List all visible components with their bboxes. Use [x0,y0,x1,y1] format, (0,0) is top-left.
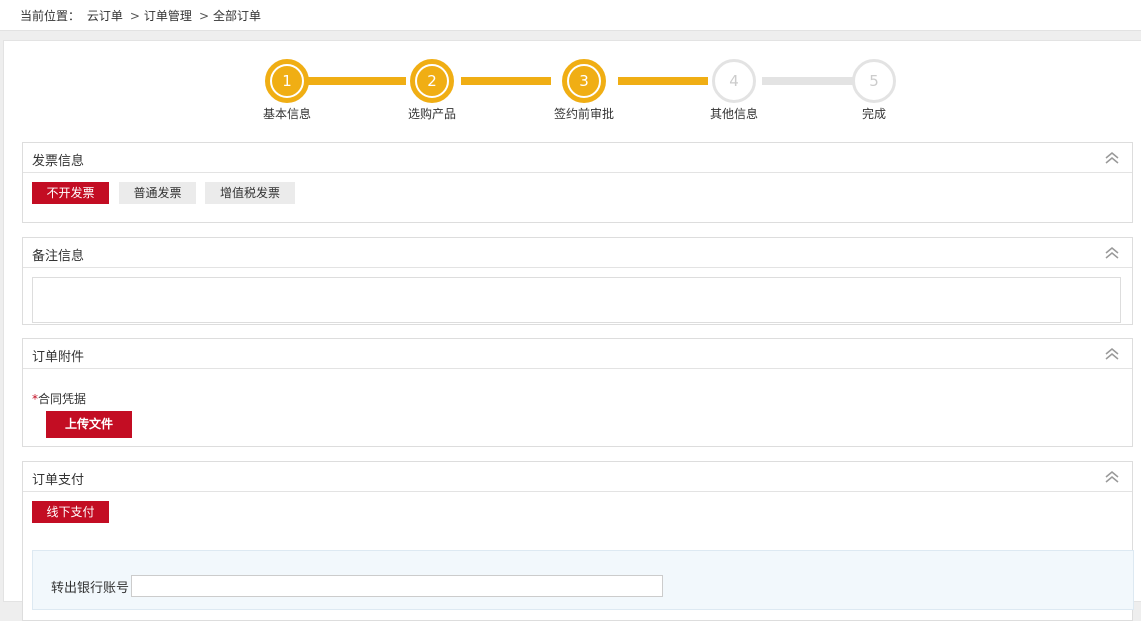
breadcrumb-separator: > [198,9,209,23]
step-5-label: 完成 [861,107,886,121]
invoice-panel: 发票信息 不开发票 普通发票 增值税发票 [22,142,1133,223]
step-3-number: 3 [567,64,601,98]
payer-account-label: 转出银行账号 [51,581,130,596]
step-4-number: 4 [729,72,739,90]
step-5-circle: 5 [852,59,896,103]
remarks-panel-title: 备注信息 [32,249,85,264]
offline-payment-button[interactable]: 线下支付 [32,501,109,523]
attachments-panel: 订单附件 *合同凭据 上传文件 [22,338,1133,447]
step-2-number: 2 [415,64,449,98]
breadcrumb-separator: > [129,9,140,23]
collapse-up-icon[interactable] [1104,247,1120,259]
contract-proof-label: *合同凭据 [32,390,86,407]
breadcrumb-item-order-management[interactable]: 订单管理 [144,9,192,23]
order-form-main: 1 基本信息 2 选购产品 3 签约前审批 4 其他信息 5 完成 发票信息 不… [3,40,1141,621]
payment-panel-title: 订单支付 [32,473,85,488]
invoice-panel-header: 发票信息 [23,143,1132,173]
step-4-circle: 4 [712,59,756,103]
payment-panel-header: 订单支付 [23,462,1132,492]
step-4-label: 其他信息 [709,107,758,121]
step-3-circle: 3 [562,59,606,103]
remarks-panel-header: 备注信息 [23,238,1132,268]
attachments-panel-header: 订单附件 [23,339,1132,369]
breadcrumb-item-all-orders: 全部订单 [213,9,262,23]
upload-file-button[interactable]: 上传文件 [46,411,132,438]
step-5-number: 5 [869,72,879,90]
payer-account-input[interactable] [131,575,663,597]
collapse-up-icon[interactable] [1104,152,1120,164]
step-1-circle: 1 [265,59,309,103]
progress-stepper: 1 基本信息 2 选购产品 3 签约前审批 4 其他信息 5 完成 [4,41,1141,131]
breadcrumb-bar: 当前位置： 云订单 > 订单管理 > 全部订单 [0,0,1141,31]
step-1-number: 1 [270,64,304,98]
breadcrumb-prefix: 当前位置： [20,9,81,23]
step-2-circle: 2 [410,59,454,103]
step-connector [306,77,406,85]
collapse-up-icon[interactable] [1104,471,1120,483]
payment-panel: 订单支付 线下支付 转出银行账号 [22,461,1134,621]
vat-invoice-option[interactable]: 增值税发票 [205,182,295,204]
payment-details-box: 转出银行账号 [32,550,1134,610]
step-connector [762,77,854,85]
step-2-label: 选购产品 [407,107,456,121]
normal-invoice-option[interactable]: 普通发票 [119,182,196,204]
breadcrumb: 当前位置： 云订单 > 订单管理 > 全部订单 [20,7,264,24]
step-connector [461,77,551,85]
attachments-panel-title: 订单附件 [32,350,85,365]
contract-proof-label-text: 合同凭据 [38,392,87,406]
breadcrumb-item-cloud-order[interactable]: 云订单 [87,9,123,23]
remarks-panel: 备注信息 [22,237,1133,325]
collapse-up-icon[interactable] [1104,348,1120,360]
step-connector [618,77,708,85]
step-1-label: 基本信息 [262,107,311,121]
step-3-label: 签约前审批 [553,107,614,121]
invoice-panel-title: 发票信息 [32,154,85,169]
no-invoice-option[interactable]: 不开发票 [32,182,109,204]
remarks-textarea[interactable] [32,277,1121,323]
